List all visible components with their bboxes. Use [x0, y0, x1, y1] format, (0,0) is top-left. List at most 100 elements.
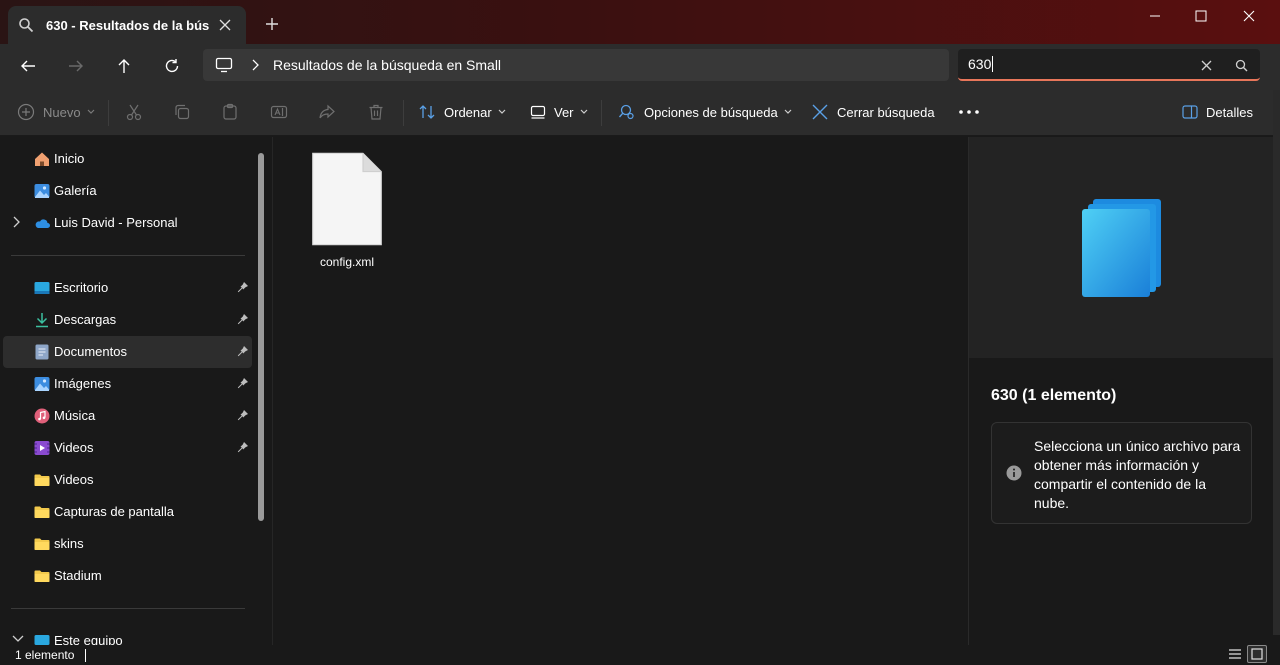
sidebar-item-desktop[interactable]: Escritorio — [3, 272, 252, 304]
view-icon — [530, 105, 546, 119]
pin-icon — [237, 442, 248, 453]
toolbar-divider — [601, 100, 602, 126]
sidebar-item-pictures[interactable]: Imágenes — [3, 368, 252, 400]
sidebar-item-label: Documentos — [54, 344, 127, 359]
sort-button[interactable]: Ordenar — [418, 98, 506, 126]
search-icon — [1235, 59, 1247, 71]
pin-icon — [237, 410, 248, 421]
close-search-label: Cerrar búsqueda — [837, 104, 935, 120]
close-window-button[interactable] — [1226, 0, 1272, 32]
sidebar-item-label: Stadium — [54, 568, 102, 583]
breadcrumb[interactable]: Resultados de la búsqueda en Small — [273, 57, 501, 73]
search-button[interactable] — [1231, 55, 1251, 75]
info-card: Selecciona un único archivo para obtener… — [991, 422, 1252, 524]
sidebar-item-label: Galería — [54, 183, 97, 198]
folder-icon — [34, 506, 50, 518]
status-bar: 1 elemento — [0, 645, 1280, 665]
view-button[interactable]: Ver — [530, 98, 588, 126]
videos-icon — [34, 441, 50, 455]
new-button[interactable]: Nuevo — [17, 98, 95, 126]
sidebar-item-stadium[interactable]: Stadium — [3, 560, 252, 592]
status-separator — [85, 649, 86, 662]
maximize-icon — [1195, 10, 1207, 22]
toolbar-divider — [403, 100, 404, 126]
onedrive-icon — [35, 219, 50, 228]
clipboard-icon — [223, 103, 237, 120]
minimize-button[interactable] — [1132, 0, 1178, 32]
rename-button[interactable] — [270, 98, 288, 126]
back-button[interactable] — [13, 52, 43, 80]
chevron-down-icon — [12, 635, 24, 642]
sidebar-item-screenshots[interactable]: Capturas de pantalla — [3, 496, 252, 528]
details-pane: 630 (1 elemento) Selecciona un único arc… — [968, 137, 1280, 645]
sidebar-item-gallery[interactable]: Galería — [3, 175, 252, 207]
folder-icon — [34, 570, 50, 582]
tab-title: 630 - Resultados de la búsque — [46, 17, 209, 33]
up-button[interactable] — [109, 52, 139, 80]
search-options-label: Opciones de búsqueda — [644, 104, 778, 120]
tab-close-button[interactable] — [215, 14, 236, 36]
sidebar-item-home[interactable]: Inicio — [3, 143, 252, 175]
sidebar-scrollbar[interactable] — [258, 153, 264, 521]
search-query[interactable]: 630 — [968, 56, 991, 72]
computer-icon[interactable] — [215, 57, 233, 73]
details-view-button[interactable] — [1225, 645, 1245, 663]
details-button[interactable]: Detalles — [1182, 98, 1253, 126]
copy-button[interactable] — [173, 98, 191, 126]
sort-icon — [419, 105, 435, 119]
large-icons-view-button[interactable] — [1247, 645, 1267, 663]
search-settings-icon — [618, 104, 634, 120]
refresh-button[interactable] — [157, 52, 187, 80]
arrow-up-icon — [118, 59, 130, 73]
downloads-icon — [36, 313, 48, 328]
sidebar-item-label: Música — [54, 408, 96, 423]
computer-icon — [34, 635, 50, 645]
share-button[interactable] — [318, 98, 336, 126]
file-list-view: config.xml — [272, 137, 968, 645]
plus-icon — [266, 18, 278, 30]
refresh-icon — [165, 59, 179, 73]
more-options-button[interactable] — [958, 98, 980, 126]
sidebar-item-label: Este equipo — [54, 633, 123, 645]
maximize-button[interactable] — [1178, 0, 1224, 32]
delete-button[interactable] — [367, 98, 385, 126]
sidebar-item-onedrive[interactable]: Luis David - Personal — [3, 207, 252, 239]
clear-search-button[interactable] — [1196, 55, 1216, 75]
sidebar-item-downloads[interactable]: Descargas — [3, 304, 252, 336]
address-bar[interactable]: Resultados de la búsqueda en Small — [203, 49, 949, 81]
file-icon — [312, 152, 382, 246]
close-icon — [1243, 10, 1255, 22]
file-item[interactable]: config.xml — [305, 149, 389, 269]
sidebar-item-videos-library[interactable]: Videos — [3, 432, 252, 464]
command-bar: Nuevo Ordenar Ver Opciones de búsqueda C… — [0, 88, 1280, 136]
scissors-icon — [126, 104, 142, 121]
sidebar-item-music[interactable]: Música — [3, 400, 252, 432]
details-button-label: Detalles — [1206, 104, 1253, 120]
text-cursor — [992, 56, 994, 72]
more-icon — [959, 110, 979, 114]
sidebar-item-label: Videos — [54, 440, 94, 455]
close-icon — [1201, 60, 1211, 70]
gallery-icon — [34, 184, 50, 198]
chevron-down-icon — [580, 109, 588, 115]
chevron-right-icon — [13, 216, 20, 228]
minimize-icon — [1150, 15, 1160, 17]
search-input[interactable]: 630 — [958, 49, 1260, 81]
sidebar-item-this-pc[interactable]: Este equipo — [3, 625, 252, 645]
search-options-button[interactable]: Opciones de búsqueda — [618, 98, 792, 126]
tab-active[interactable]: 630 - Resultados de la búsque — [8, 6, 246, 44]
new-tab-button[interactable] — [260, 12, 284, 36]
sidebar-item-videos-folder[interactable]: Videos — [3, 464, 252, 496]
sort-button-label: Ordenar — [444, 104, 492, 120]
paste-button[interactable] — [221, 98, 239, 126]
address-row: Resultados de la búsqueda en Small 630 — [0, 44, 1280, 88]
sidebar-item-skins[interactable]: skins — [3, 528, 252, 560]
close-search-button[interactable]: Cerrar búsqueda — [811, 98, 935, 126]
chevron-down-icon — [784, 109, 792, 115]
details-title: 630 (1 elemento) — [991, 387, 1117, 404]
cut-button[interactable] — [125, 98, 143, 126]
chevron-right-icon[interactable] — [251, 59, 259, 71]
sidebar-item-documents[interactable]: Documentos — [3, 336, 252, 368]
music-icon — [34, 408, 50, 424]
forward-button[interactable] — [61, 52, 91, 80]
